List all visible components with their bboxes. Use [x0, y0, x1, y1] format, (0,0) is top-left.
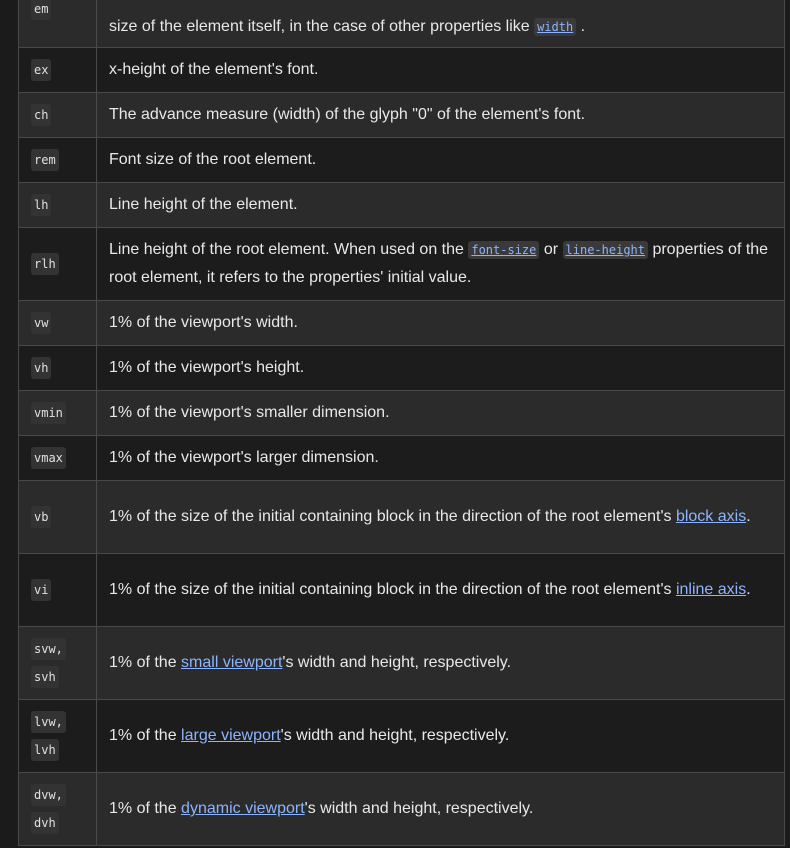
- line-height-link[interactable]: line-height: [562, 241, 648, 259]
- description-text: .: [576, 18, 586, 35]
- description-cell: Font size of the root element.: [96, 137, 785, 183]
- block-axis-link[interactable]: block axis: [676, 508, 746, 525]
- description-text: 's width and height, respectively.: [280, 727, 510, 744]
- unit-cell: em: [18, 0, 97, 48]
- description-cell: size of the element itself, in the case …: [96, 0, 785, 48]
- large-viewport-link[interactable]: large viewport: [181, 727, 281, 744]
- table-row: vw 1% of the viewport's width.: [18, 300, 785, 346]
- inline-axis-link[interactable]: inline axis: [676, 581, 746, 598]
- unit-cell: vw: [18, 300, 97, 346]
- unit-cell: lh: [18, 182, 97, 228]
- description-cell: 1% of the dynamic viewport's width and h…: [96, 772, 785, 846]
- description-text: 's width and height, respectively.: [282, 654, 512, 671]
- description-cell: x-height of the element's font.: [96, 47, 785, 93]
- unit-code: svw,: [31, 638, 66, 660]
- description-cell: Line height of the element.: [96, 182, 785, 228]
- description-cell: Line height of the root element. When us…: [96, 227, 785, 301]
- unit-code: rlh: [31, 253, 59, 275]
- description-text: size of the element itself, in the case …: [109, 18, 535, 35]
- description-cell: 1% of the viewport's larger dimension.: [96, 435, 785, 481]
- description-text: 1% of the: [109, 800, 182, 817]
- unit-code: lvh: [31, 739, 59, 761]
- font-size-code: font-size: [468, 241, 540, 259]
- table-row: svw, svh 1% of the small viewport's widt…: [18, 626, 785, 700]
- unit-code: lh: [31, 194, 52, 216]
- unit-cell: vi: [18, 553, 97, 627]
- table-row: vb 1% of the size of the initial contain…: [18, 480, 785, 554]
- description-text: Line height of the root element. When us…: [109, 241, 469, 258]
- unit-cell: rem: [18, 137, 97, 183]
- description-text: 1% of the size of the initial containing…: [109, 581, 676, 598]
- unit-code: vmin: [31, 402, 66, 424]
- description-text: or: [539, 241, 563, 258]
- description-text: .: [746, 508, 751, 525]
- table-row: rlh Line height of the root element. Whe…: [18, 227, 785, 301]
- unit-code: vw: [31, 312, 52, 334]
- unit-code: dvw,: [31, 784, 66, 806]
- small-viewport-link[interactable]: small viewport: [181, 654, 282, 671]
- description-cell: The advance measure (width) of the glyph…: [96, 92, 785, 138]
- table-row: vh 1% of the viewport's height.: [18, 345, 785, 391]
- description-cell: 1% of the viewport's smaller dimension.: [96, 390, 785, 436]
- unit-code: svh: [31, 666, 59, 688]
- description-cell: 1% of the viewport's height.: [96, 345, 785, 391]
- unit-code: vb: [31, 506, 52, 528]
- description-text: 1% of the: [109, 654, 182, 671]
- css-units-table-container: em size of the element itself, in the ca…: [18, 0, 785, 846]
- line-height-code: line-height: [562, 241, 648, 259]
- unit-code: rem: [31, 149, 59, 171]
- unit-cell: ex: [18, 47, 97, 93]
- unit-code: lvw,: [31, 711, 66, 733]
- table-row: ch The advance measure (width) of the gl…: [18, 92, 785, 138]
- description-text: 1% of the: [109, 727, 182, 744]
- font-size-link[interactable]: font-size: [468, 241, 540, 259]
- unit-code: ch: [31, 104, 52, 126]
- table-row: dvw, dvh 1% of the dynamic viewport's wi…: [18, 772, 785, 846]
- unit-code: vmax: [31, 447, 66, 469]
- description-cell: 1% of the large viewport's width and hei…: [96, 699, 785, 773]
- unit-cell: vb: [18, 480, 97, 554]
- unit-code: dvh: [31, 812, 59, 834]
- table-row: rem Font size of the root element.: [18, 137, 785, 183]
- description-text: 1% of the size of the initial containing…: [109, 508, 676, 525]
- unit-code: em: [31, 0, 52, 20]
- unit-cell: rlh: [18, 227, 97, 301]
- unit-code: vh: [31, 357, 52, 379]
- unit-cell: lvw, lvh: [18, 699, 97, 773]
- description-cell: 1% of the size of the initial containing…: [96, 553, 785, 627]
- unit-cell: svw, svh: [18, 626, 97, 700]
- table-row: lh Line height of the element.: [18, 182, 785, 228]
- description-cell: 1% of the viewport's width.: [96, 300, 785, 346]
- width-link[interactable]: width: [534, 18, 577, 36]
- unit-code: ex: [31, 59, 52, 81]
- description-text: 's width and height, respectively.: [304, 800, 534, 817]
- description-cell: 1% of the size of the initial containing…: [96, 480, 785, 554]
- table-row: vmin 1% of the viewport's smaller dimens…: [18, 390, 785, 436]
- unit-cell: vmax: [18, 435, 97, 481]
- width-code: width: [534, 18, 577, 36]
- unit-cell: vh: [18, 345, 97, 391]
- unit-code: vi: [31, 579, 52, 601]
- unit-cell: dvw, dvh: [18, 772, 97, 846]
- table-row: vmax 1% of the viewport's larger dimensi…: [18, 435, 785, 481]
- table-row: vi 1% of the size of the initial contain…: [18, 553, 785, 627]
- table-row: ex x-height of the element's font.: [18, 47, 785, 93]
- table-row: em size of the element itself, in the ca…: [18, 0, 785, 48]
- description-text: .: [746, 581, 751, 598]
- unit-cell: vmin: [18, 390, 97, 436]
- description-cell: 1% of the small viewport's width and hei…: [96, 626, 785, 700]
- table-row: lvw, lvh 1% of the large viewport's widt…: [18, 699, 785, 773]
- css-units-table: em size of the element itself, in the ca…: [18, 0, 785, 846]
- unit-cell: ch: [18, 92, 97, 138]
- dynamic-viewport-link[interactable]: dynamic viewport: [181, 800, 305, 817]
